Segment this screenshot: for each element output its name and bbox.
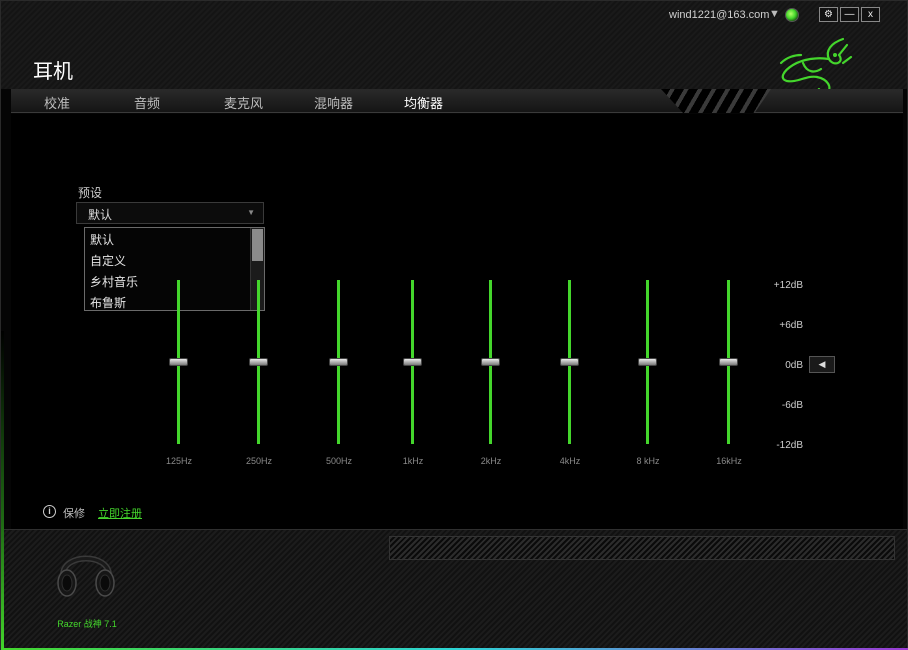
eq-reset-button[interactable]: ◀ xyxy=(809,356,835,373)
tab-microphone[interactable]: 麦克风 xyxy=(224,93,263,112)
minimize-button[interactable]: — xyxy=(840,7,859,22)
device-name: Razer 战神 7.1 xyxy=(57,619,117,629)
settings-button[interactable]: ⚙ xyxy=(819,7,838,22)
tab-equalizer[interactable]: 均衡器 xyxy=(404,93,443,112)
edge-glow xyxy=(1,331,4,650)
eq-band-125hz: 125Hz xyxy=(159,280,199,470)
scrollbar-thumb[interactable] xyxy=(252,229,263,261)
eq-slider-knob[interactable] xyxy=(403,358,422,366)
eq-band-1khz: 1kHz xyxy=(393,280,433,470)
preset-option[interactable]: 默认 xyxy=(85,228,264,249)
account-dropdown-icon[interactable]: ▼ xyxy=(769,8,780,20)
device-footer xyxy=(1,529,907,649)
tab-mixer[interactable]: 混响器 xyxy=(314,93,353,112)
eq-slider-knob[interactable] xyxy=(560,358,579,366)
close-button[interactable]: x xyxy=(861,7,880,22)
headset-icon[interactable] xyxy=(53,539,119,605)
eq-slider-knob[interactable] xyxy=(169,358,188,366)
eq-band-label: 250Hz xyxy=(245,456,272,466)
eq-band-250hz: 250Hz xyxy=(239,280,279,470)
eq-band-500hz: 500Hz xyxy=(319,280,359,470)
preset-select[interactable]: 默认 ▼ xyxy=(76,202,264,224)
online-status-icon xyxy=(785,8,799,22)
tab-bar-decoration xyxy=(661,89,771,113)
tab-calibration[interactable]: 校准 xyxy=(44,93,70,112)
preset-option[interactable]: 自定义 xyxy=(85,249,264,270)
db-scale-label: -12dB xyxy=(776,440,803,451)
eq-band-label: 4kHz xyxy=(559,456,581,466)
account-email[interactable]: wind1221@163.com xyxy=(669,9,769,21)
header: 耳机 wind1221@163.com ▼ ⚙ — x xyxy=(1,1,907,109)
eq-slider-knob[interactable] xyxy=(481,358,500,366)
warranty-label: 保修 xyxy=(63,508,85,520)
eq-band-label: 125Hz xyxy=(165,456,192,466)
eq-band-label: 8 kHz xyxy=(636,456,660,466)
db-scale-label: -6dB xyxy=(781,400,803,411)
eq-slider-knob[interactable] xyxy=(638,358,657,366)
db-scale-label: +6dB xyxy=(779,320,803,331)
tab-audio[interactable]: 音频 xyxy=(134,93,160,112)
eq-slider-knob[interactable] xyxy=(249,358,268,366)
eq-band-label: 16kHz xyxy=(716,456,742,466)
eq-band-label: 1kHz xyxy=(402,456,424,466)
chevron-down-icon: ▼ xyxy=(247,208,255,217)
eq-band-label: 500Hz xyxy=(325,456,352,466)
eq-band-4khz: 4kHz xyxy=(550,280,590,470)
preset-selected-value: 默认 xyxy=(88,208,113,222)
eq-band-label: 2kHz xyxy=(480,456,502,466)
db-scale-label: 0dB xyxy=(785,360,803,371)
page-title: 耳机 xyxy=(33,59,73,83)
register-link[interactable]: 立即注册 xyxy=(98,505,142,521)
tab-bar: 校准 音频 麦克风 混响器 均衡器 xyxy=(11,89,903,113)
preset-label: 预设 xyxy=(78,186,103,200)
window-controls: ⚙ — x xyxy=(819,7,880,22)
info-icon: i xyxy=(43,505,56,518)
footer-decoration xyxy=(389,536,895,560)
eq-band-2khz: 2kHz xyxy=(471,280,511,470)
app-window: 耳机 wind1221@163.com ▼ ⚙ — x 校准 音频 麦克风 混响… xyxy=(0,0,908,650)
eq-slider-knob[interactable] xyxy=(719,358,738,366)
eq-slider-knob[interactable] xyxy=(329,358,348,366)
eq-band-8khz: 8 kHz xyxy=(628,280,668,470)
db-scale-label: +12dB xyxy=(773,280,803,291)
